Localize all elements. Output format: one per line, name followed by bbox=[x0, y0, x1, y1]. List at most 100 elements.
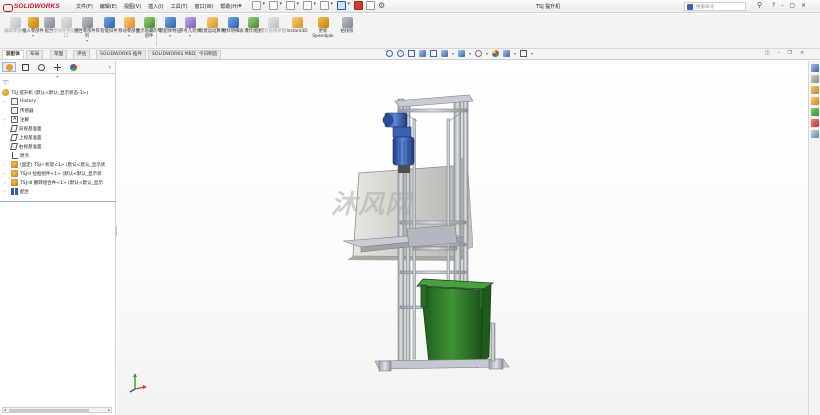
tree-item-origin[interactable]: 原点 bbox=[0, 151, 115, 160]
expand-arrow-icon[interactable]: › bbox=[4, 162, 8, 167]
menu-insert[interactable]: 插入(I) bbox=[148, 3, 163, 10]
tree-item-component-pull-frame[interactable]: › TSJ-II 拉框组件<1> (默认<默认_显示状 bbox=[0, 169, 115, 178]
zoom-to-area-icon[interactable] bbox=[397, 50, 404, 57]
menu-view[interactable]: 视图(V) bbox=[124, 3, 141, 10]
lift-machine-model[interactable] bbox=[117, 61, 808, 415]
tab-configuration-manager[interactable] bbox=[34, 62, 48, 72]
minimize-button[interactable]: - bbox=[781, 2, 783, 9]
tree-item-history[interactable]: › History bbox=[0, 97, 115, 106]
tab-evaluate[interactable]: 评估 bbox=[73, 50, 91, 59]
tree-item-top-plane[interactable]: 上视基准面 bbox=[0, 133, 115, 142]
tree-item-mates[interactable]: › 配合 bbox=[0, 187, 115, 196]
dropdown-arrow-icon[interactable]: ▾ bbox=[86, 39, 88, 43]
scrollbar-thumb[interactable] bbox=[9, 409, 89, 412]
dropdown-arrow-icon[interactable]: ▾ bbox=[531, 51, 533, 56]
rollback-bar[interactable] bbox=[0, 201, 116, 202]
menu-file[interactable]: 文件(F) bbox=[76, 3, 93, 10]
dropdown-arrow-icon[interactable]: ▾ bbox=[514, 51, 516, 56]
apply-scene-icon[interactable] bbox=[503, 50, 511, 57]
tab-solidworks-addins[interactable]: SOLIDWORKS 插件 bbox=[96, 50, 146, 59]
tab-property-manager[interactable] bbox=[18, 62, 32, 72]
display-style-icon[interactable] bbox=[458, 50, 466, 57]
tab-display-manager[interactable] bbox=[66, 62, 80, 72]
split-view-icon[interactable]: ◫ bbox=[765, 50, 770, 56]
tree-item-component-frame[interactable]: › (固定) TSJ-I 机架<1> (默认<默认_显示状 bbox=[0, 160, 115, 169]
file-explorer-icon[interactable] bbox=[810, 86, 819, 94]
custom-properties-icon[interactable] bbox=[810, 119, 819, 127]
view-settings-icon[interactable] bbox=[520, 50, 528, 57]
options-gear-icon[interactable]: ⚙ bbox=[378, 1, 385, 10]
menu-tools[interactable]: 工具(T) bbox=[171, 3, 188, 10]
pin-icon[interactable]: ✦ bbox=[237, 2, 243, 10]
view-palette-icon[interactable] bbox=[810, 97, 819, 105]
dropdown-arrow-icon[interactable]: ▾ bbox=[169, 34, 171, 38]
tree-item-annotations[interactable]: › 注解 bbox=[0, 115, 115, 124]
open-document-icon[interactable] bbox=[269, 1, 282, 10]
tree-item-sensors[interactable]: 传感器 bbox=[0, 106, 115, 115]
explode-line-sketch-button[interactable]: 爆炸直线草图 bbox=[260, 17, 286, 34]
take-snapshot-button[interactable]: 拍快照 bbox=[334, 17, 360, 34]
previous-view-icon[interactable] bbox=[408, 50, 415, 57]
menu-window[interactable]: 窗口(W) bbox=[195, 3, 214, 10]
dropdown-arrow-icon[interactable]: ▾ bbox=[452, 51, 454, 56]
zoom-to-fit-icon[interactable] bbox=[386, 50, 393, 57]
solidworks-logo[interactable]: SOLIDWORKS bbox=[3, 1, 60, 12]
expand-arrow-icon[interactable]: › bbox=[4, 180, 8, 185]
expand-arrow-icon[interactable]: › bbox=[4, 99, 8, 104]
solidworks-forum-icon[interactable] bbox=[810, 130, 819, 138]
select-icon[interactable] bbox=[337, 1, 350, 10]
tab-feature-tree[interactable] bbox=[2, 62, 16, 72]
help-button[interactable]: ? bbox=[772, 2, 775, 9]
dynamic-annotation-icon[interactable] bbox=[430, 50, 437, 57]
tree-item-right-plane[interactable]: 右视基准面 bbox=[0, 142, 115, 151]
expand-arrow-icon[interactable]: › bbox=[4, 171, 8, 176]
dropdown-arrow-icon[interactable]: ▾ bbox=[469, 51, 471, 56]
expand-arrow-icon[interactable]: › bbox=[4, 189, 8, 194]
tab-sketch[interactable]: 草图 bbox=[50, 50, 68, 59]
new-document-icon[interactable] bbox=[252, 1, 265, 10]
undo-icon[interactable] bbox=[320, 1, 333, 10]
menu-help[interactable]: 帮助(H) bbox=[220, 3, 238, 10]
edit-appearance-icon[interactable] bbox=[492, 50, 500, 57]
section-view-icon[interactable] bbox=[419, 50, 426, 57]
view-orientation-icon[interactable] bbox=[441, 50, 448, 57]
tab-dimxpert-manager[interactable] bbox=[50, 62, 64, 72]
tab-manufacturing[interactable]: 今日制造 bbox=[195, 50, 222, 59]
graphics-area[interactable]: 沐风网 bbox=[117, 61, 808, 415]
close-button[interactable]: × bbox=[801, 2, 806, 9]
file-properties-icon[interactable] bbox=[366, 1, 375, 10]
appearances-icon[interactable] bbox=[810, 108, 819, 116]
rebuild-icon[interactable] bbox=[354, 1, 363, 10]
maximize-button[interactable]: ▢ bbox=[789, 2, 795, 9]
dropdown-arrow-icon[interactable]: ▾ bbox=[128, 34, 130, 38]
menu-edit[interactable]: 编辑(E) bbox=[100, 3, 117, 10]
dropdown-arrow-icon[interactable]: ▾ bbox=[486, 51, 488, 56]
chevron-right-icon[interactable]: › bbox=[109, 64, 111, 71]
solidworks-resources-icon[interactable] bbox=[810, 64, 819, 72]
tree-root-assembly[interactable]: TSJ 提升机 (默认<默认_显示状态-1>) bbox=[0, 88, 115, 97]
instant3d-button[interactable]: Instant3D bbox=[284, 17, 310, 34]
dropdown-arrow-icon[interactable]: ▾ bbox=[189, 34, 191, 38]
tab-layout[interactable]: 布局 bbox=[26, 50, 44, 59]
doc-close-button[interactable]: × bbox=[800, 50, 804, 56]
tab-assembly[interactable]: 装配体 bbox=[2, 50, 24, 59]
tab-solidworks-mbd[interactable]: SOLIDWORKS MBD bbox=[148, 50, 200, 59]
tree-horizontal-scrollbar[interactable]: ◂ ▸ bbox=[2, 407, 112, 413]
doc-minimize-button[interactable]: - bbox=[778, 50, 780, 56]
design-library-icon[interactable] bbox=[810, 75, 819, 83]
scroll-right-icon[interactable]: ▸ bbox=[108, 407, 110, 412]
scroll-left-icon[interactable]: ◂ bbox=[4, 407, 6, 412]
tree-item-front-plane[interactable]: 前视基准面 bbox=[0, 124, 115, 133]
hide-show-items-icon[interactable] bbox=[475, 50, 483, 57]
dropdown-arrow-icon[interactable]: ▾ bbox=[32, 34, 34, 38]
search-icon[interactable]: ⚲ bbox=[757, 1, 762, 9]
doc-restore-button[interactable]: ❐ bbox=[788, 50, 792, 56]
save-icon[interactable] bbox=[286, 1, 299, 10]
update-speedpak-button[interactable]: 更新Speedpak bbox=[310, 17, 336, 39]
tree-filter-icon[interactable]: ▽· bbox=[0, 79, 115, 88]
search-commands-input[interactable]: 搜索命令 bbox=[684, 2, 746, 11]
green-bin[interactable] bbox=[416, 278, 495, 368]
tree-item-component-flip[interactable]: › TSJ-III 翻转组合件<1> (默认<默认_显示 bbox=[0, 178, 115, 187]
print-icon[interactable] bbox=[303, 1, 316, 10]
expand-arrow-icon[interactable]: › bbox=[4, 117, 8, 122]
